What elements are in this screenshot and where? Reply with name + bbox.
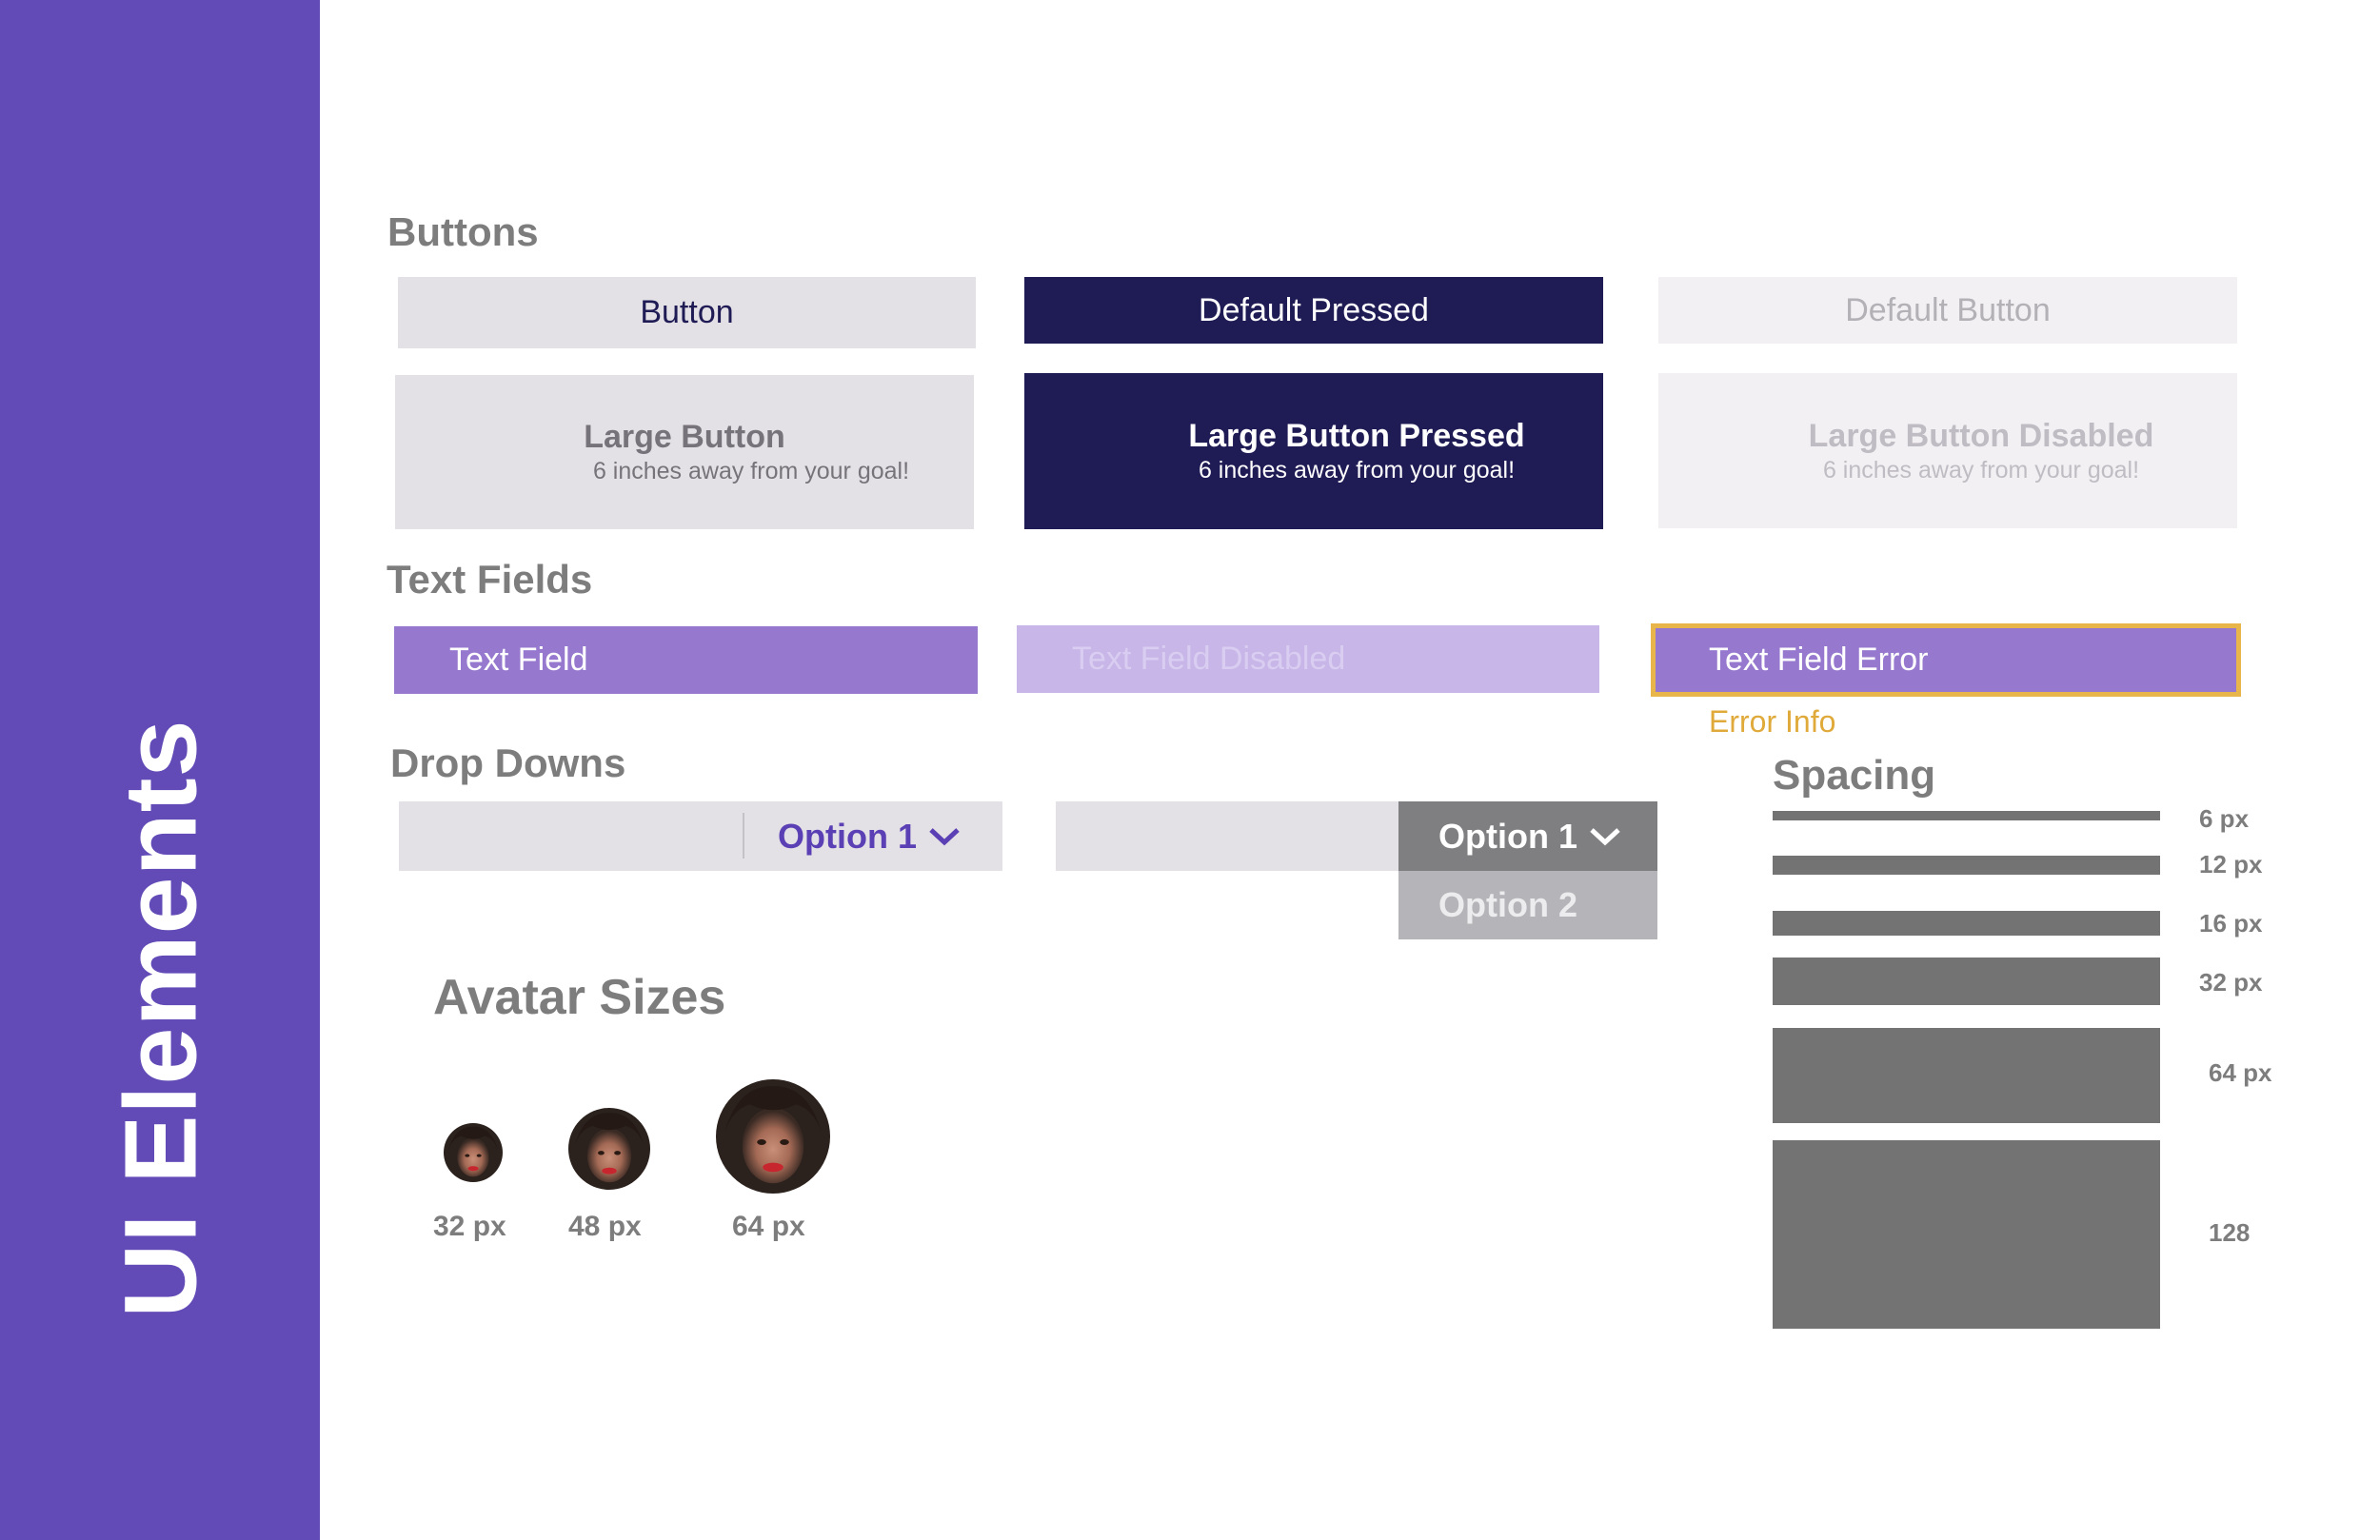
text-fields-heading: Text Fields [387,557,593,602]
default-button[interactable]: Button [398,277,976,348]
spacing-label: 16 px [2199,909,2263,938]
chevron-down-icon [929,827,960,845]
avatar-medium [568,1108,650,1190]
large-disabled-button-title: Large Button Disabled [1808,417,2154,454]
large-disabled-button-subtitle: 6 inches away from your goal! [1822,456,2140,484]
text-field[interactable]: Text Field [394,626,978,694]
default-pressed-button[interactable]: Default Pressed [1024,277,1603,344]
buttons-heading: Buttons [387,209,539,254]
dropdown-open-field[interactable] [1056,801,1398,871]
dropdown-option-2[interactable]: Option 2 [1398,871,1657,939]
avatar-image [568,1108,650,1190]
spacing-bar-16 [1773,911,2160,936]
avatar-size-label: 32 px [433,1211,506,1242]
large-pressed-button-title: Large Button Pressed [1188,418,1525,454]
dropdown-open-value: Option 1 [1438,816,1577,856]
spacing-bar-64 [1773,1028,2160,1123]
text-field-disabled: Text Field Disabled [1017,625,1599,693]
avatar-size-label: 48 px [568,1211,642,1242]
spacing-label: 64 px [2209,1058,2272,1087]
spacing-bar-6 [1773,811,2160,820]
dropdown-closed-selected[interactable]: Option 1 [778,801,961,871]
chevron-down-icon [1590,827,1620,845]
spacing-label: 12 px [2199,850,2263,879]
dropdown-open-selected[interactable]: Option 1 [1398,801,1657,871]
large-pressed-button-subtitle: 6 inches away from your goal! [1198,457,1516,484]
dropdown-closed[interactable]: Option 1 [399,801,1002,871]
avatar-large [716,1079,830,1194]
avatar-small [444,1123,503,1182]
dropdown-divider [743,813,744,859]
sidebar-title: UI Elements [102,719,218,1318]
avatar-image [716,1079,830,1194]
large-button-title: Large Button [584,419,785,455]
sidebar: UI Elements [0,0,320,1540]
spacing-label: 6 px [2199,804,2250,833]
spacing-heading: Spacing [1773,752,1936,799]
large-pressed-button[interactable]: Large Button Pressed 6 inches away from … [1024,373,1603,529]
spacing-bar-128 [1773,1140,2160,1329]
large-button-subtitle: 6 inches away from your goal! [592,458,910,484]
avatar-size-label: 64 px [732,1211,805,1242]
avatar-image [444,1123,503,1182]
avatar-sizes-heading: Avatar Sizes [433,970,726,1025]
dropdown-closed-value: Option 1 [778,816,917,856]
spacing-bar-12 [1773,856,2160,875]
spacing-label: 128 [2209,1218,2251,1247]
dropdowns-heading: Drop Downs [390,740,626,785]
spacing-bar-32 [1773,958,2160,1005]
text-field-error[interactable]: Text Field Error [1651,623,2241,697]
spacing-label: 32 px [2199,968,2263,997]
large-button[interactable]: Large Button 6 inches away from your goa… [395,375,974,529]
disabled-button: Default Button [1658,277,2237,344]
large-disabled-button: Large Button Disabled 6 inches away from… [1658,373,2237,528]
error-info-text: Error Info [1709,704,1836,739]
